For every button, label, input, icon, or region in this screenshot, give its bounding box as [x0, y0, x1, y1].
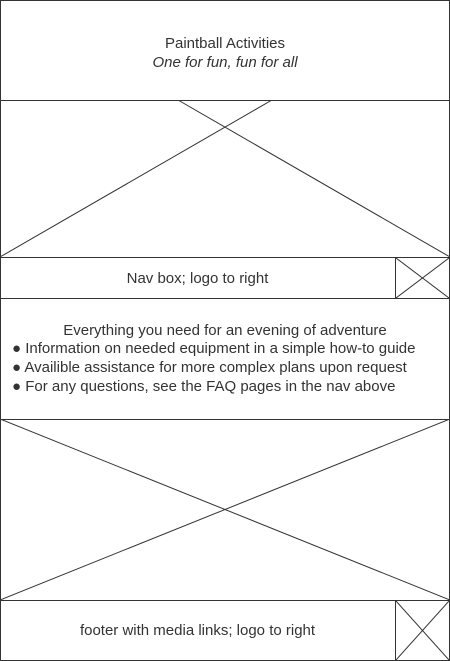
list-item: ● For any questions, see the FAQ pages i…	[12, 378, 396, 395]
header-box: Paintball Activities One for fun, fun fo…	[0, 0, 450, 101]
intro-bullet-list: ● Information on needed equipment in a s…	[12, 339, 415, 396]
intro-heading: Everything you need for an evening of ad…	[63, 322, 387, 339]
site-title: Paintball Activities	[164, 35, 286, 52]
nav-box[interactable]: Nav box; logo to right	[0, 257, 450, 299]
list-item: ● Information on needed equipment in a s…	[12, 340, 416, 357]
footer-box: footer with media links; logo to right	[0, 600, 450, 661]
nav-logo-placeholder[interactable]	[395, 258, 449, 298]
footer-label: footer with media links; logo to right	[79, 622, 316, 639]
logo-placeholder-icon	[396, 258, 449, 298]
nav-label: Nav box; logo to right	[126, 270, 269, 287]
footer-logo-placeholder[interactable]	[395, 601, 449, 660]
site-tagline: One for fun, fun for all	[152, 54, 298, 71]
logo-placeholder-icon	[396, 601, 449, 660]
hero-image-placeholder	[0, 100, 450, 258]
bottom-image-placeholder	[0, 419, 450, 601]
list-item: ● Availible assistance for more complex …	[12, 359, 407, 376]
